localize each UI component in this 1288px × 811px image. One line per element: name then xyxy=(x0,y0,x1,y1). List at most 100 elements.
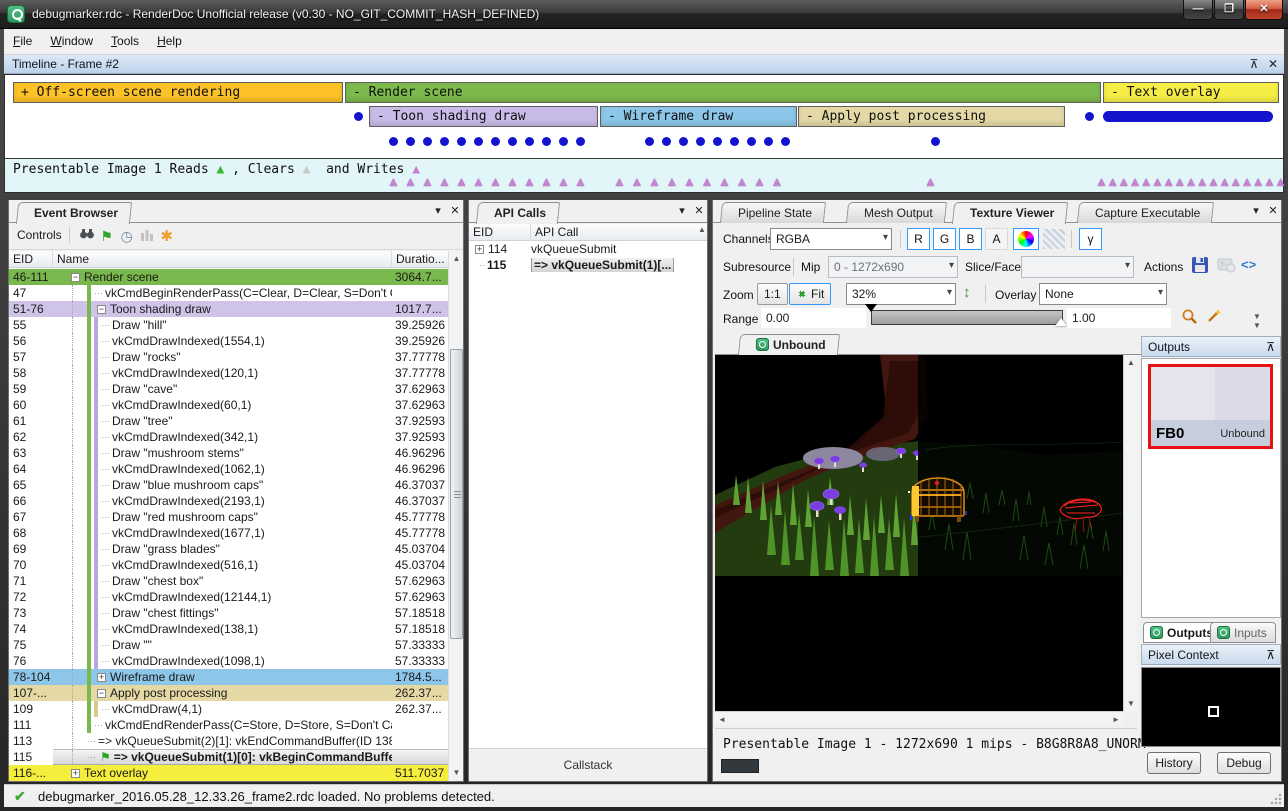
table-row[interactable]: 78-104+Wireframe draw1784.5... xyxy=(9,669,448,685)
tab-pipeline-state[interactable]: Pipeline State xyxy=(720,202,826,223)
timeline-marker-bar[interactable]: - Toon shading draw xyxy=(369,106,598,127)
open-resource-code-icon[interactable]: <> xyxy=(1241,257,1256,272)
tab-mesh-output[interactable]: Mesh Output xyxy=(846,202,947,223)
flip-y-icon[interactable]: ↕ xyxy=(963,284,971,301)
right-panel-close-icon[interactable]: ✕ xyxy=(1265,204,1281,220)
fb0-thumbnail[interactable]: FB0 Unbound xyxy=(1148,364,1273,449)
overlay-combo[interactable]: None xyxy=(1039,283,1167,305)
zoom-range-magnifier-icon[interactable] xyxy=(1181,308,1199,329)
timeline-pin-icon[interactable]: ⊼ xyxy=(1246,56,1262,72)
zoom-fit-button[interactable]: Fit xyxy=(789,283,831,305)
minimize-button[interactable]: — xyxy=(1183,0,1213,20)
timeline-event-dot[interactable] xyxy=(781,137,790,146)
tree-expander-icon[interactable]: + xyxy=(71,769,80,778)
table-row[interactable]: ··115=> vkQueueSubmit(1)[... xyxy=(469,257,707,273)
tab-inputs[interactable]: Inputs xyxy=(1210,622,1276,643)
texture-vertical-scrollbar[interactable]: ▲ ▼ xyxy=(1123,355,1137,711)
zoom-1to1-button[interactable]: 1:1 xyxy=(757,283,788,305)
column-eid[interactable]: EID xyxy=(9,251,53,267)
gamma-button[interactable]: γ xyxy=(1079,228,1102,250)
event-browser-column-headers[interactable]: EID Name Duratio... xyxy=(9,251,448,268)
outputs-header[interactable]: Outputs ⊼ xyxy=(1141,336,1281,357)
green-channel-button[interactable]: G xyxy=(933,228,956,250)
column-eid[interactable]: EID xyxy=(469,224,531,240)
mip-combo[interactable]: 0 - 1272x690 xyxy=(828,256,958,278)
timeline-marker-bar[interactable]: - Apply post processing xyxy=(798,106,1065,127)
tab-event-browser[interactable]: Event Browser xyxy=(16,202,132,224)
range-slider[interactable] xyxy=(871,310,1063,325)
pixel-context-header[interactable]: Pixel Context ⊼ xyxy=(1141,644,1281,665)
column-duration[interactable]: Duratio... xyxy=(392,251,448,267)
table-row[interactable]: 107-...−Apply post processing262.37... xyxy=(9,685,448,701)
pixel-context-pin-icon[interactable]: ⊼ xyxy=(1266,648,1275,662)
timeline-event-dot[interactable] xyxy=(1085,112,1094,121)
timeline-event-dot[interactable] xyxy=(389,137,398,146)
table-row[interactable]: 74···vkCmdDrawIndexed(138,1)57.18518 xyxy=(9,621,448,637)
pixel-context-view[interactable] xyxy=(1141,667,1281,747)
table-row[interactable]: 113···=> vkQueueSubmit(2)[1]: vkEndComma… xyxy=(9,733,448,749)
timeline-draws-pill[interactable] xyxy=(1103,111,1273,122)
api-calls-column-headers[interactable]: EID API Call ▲ xyxy=(469,224,707,241)
table-row[interactable]: 62···vkCmdDrawIndexed(342,1)37.92593 xyxy=(9,429,448,445)
timeline-event-dot[interactable] xyxy=(559,137,568,146)
scroll-down-icon[interactable]: ▼ xyxy=(1124,696,1138,711)
timeline-event-dot[interactable] xyxy=(423,137,432,146)
table-row[interactable]: 70···vkCmdDrawIndexed(516,1)45.03704 xyxy=(9,557,448,573)
callstack-section-label[interactable]: Callstack xyxy=(469,748,707,781)
menu-item-help[interactable]: Help xyxy=(148,29,191,55)
scrollbar-thumb[interactable] xyxy=(450,349,463,639)
table-row[interactable]: 75···Draw ""57.33333 xyxy=(9,637,448,653)
timeline-event-dot[interactable] xyxy=(764,137,773,146)
table-row[interactable]: 72···vkCmdDrawIndexed(12144,1)57.62963 xyxy=(9,589,448,605)
table-row[interactable]: +114vkQueueSubmit xyxy=(469,241,707,257)
table-row[interactable]: 63···Draw "mushroom stems"46.96296 xyxy=(9,445,448,461)
event-browser-close-icon[interactable]: ✕ xyxy=(447,204,463,220)
table-row[interactable]: 116-...+Text overlay511.7037 xyxy=(9,765,448,781)
table-row[interactable]: 60···vkCmdDrawIndexed(60,1)37.62963 xyxy=(9,397,448,413)
tab-api-calls[interactable]: API Calls xyxy=(476,202,560,224)
scroll-up-icon[interactable]: ▲ xyxy=(693,224,707,240)
texture-image-viewport[interactable] xyxy=(715,355,1123,711)
channels-combo[interactable]: RGBA xyxy=(770,228,892,250)
table-row[interactable]: 64···vkCmdDrawIndexed(1062,1)46.96296 xyxy=(9,461,448,477)
outputs-pin-icon[interactable]: ⊼ xyxy=(1266,340,1275,354)
timeline-panel-header[interactable]: Timeline - Frame #2 ⊼ ✕ xyxy=(4,55,1284,74)
api-calls-menu-icon[interactable]: ▾ xyxy=(674,204,690,220)
title-bar[interactable]: debugmarker.rdc - RenderDoc Unofficial r… xyxy=(0,0,1288,29)
tree-expander-icon[interactable]: + xyxy=(475,245,484,254)
tab-unbound-texture[interactable]: Unbound xyxy=(738,334,840,355)
table-row[interactable]: 56···vkCmdDrawIndexed(1554,1)39.25926 xyxy=(9,333,448,349)
table-row[interactable]: 68···vkCmdDrawIndexed(1677,1)45.77778 xyxy=(9,525,448,541)
timeline-marker-bar[interactable]: - Text overlay xyxy=(1103,82,1279,103)
table-row[interactable]: 67···Draw "red mushroom caps"45.77778 xyxy=(9,509,448,525)
tree-expander-icon[interactable]: − xyxy=(97,689,106,698)
scroll-right-icon[interactable]: ► xyxy=(1109,712,1123,726)
timeline-marker-bar[interactable]: + Off-screen scene rendering xyxy=(13,82,343,103)
timeline-marker-bar[interactable]: - Wireframe draw xyxy=(600,106,797,127)
time-draws-clock-icon[interactable]: ◷ xyxy=(117,228,137,245)
timeline-event-dot[interactable] xyxy=(931,137,940,146)
column-name[interactable]: Name xyxy=(53,251,392,267)
timeline-event-dot[interactable] xyxy=(679,137,688,146)
pixel-history-button[interactable]: History xyxy=(1147,752,1201,774)
range-white-point-handle[interactable] xyxy=(1055,312,1067,326)
table-row[interactable]: 109···vkCmdDraw(4,1)262.37... xyxy=(9,701,448,717)
timeline-event-dot[interactable] xyxy=(457,137,466,146)
alpha-checker-icon[interactable] xyxy=(1043,229,1065,249)
table-row[interactable]: 66···vkCmdDrawIndexed(2193,1)46.37037 xyxy=(9,493,448,509)
autofit-wand-icon[interactable] xyxy=(1205,307,1223,328)
range-black-point-handle[interactable] xyxy=(865,304,877,318)
menu-item-window[interactable]: Window xyxy=(41,29,102,55)
table-row[interactable]: 51-76−Toon shading draw1017.7... xyxy=(9,301,448,317)
scroll-left-icon[interactable]: ◄ xyxy=(715,712,729,726)
expand-toolbar-icon[interactable]: ▼▼ xyxy=(1253,312,1261,330)
timeline-event-dot[interactable] xyxy=(406,137,415,146)
range-min-field[interactable]: 0.00 xyxy=(761,308,866,328)
bookmark-asterisk-icon[interactable]: ✱ xyxy=(157,227,177,245)
blue-channel-button[interactable]: B xyxy=(959,228,982,250)
timeline-event-dot[interactable] xyxy=(542,137,551,146)
timeline-event-dot[interactable] xyxy=(525,137,534,146)
zoom-percent-combo[interactable]: 32% xyxy=(846,283,956,305)
jump-bookmark-flag-icon[interactable]: ⚑ xyxy=(97,228,117,245)
maximize-button[interactable]: ❐ xyxy=(1214,0,1244,20)
